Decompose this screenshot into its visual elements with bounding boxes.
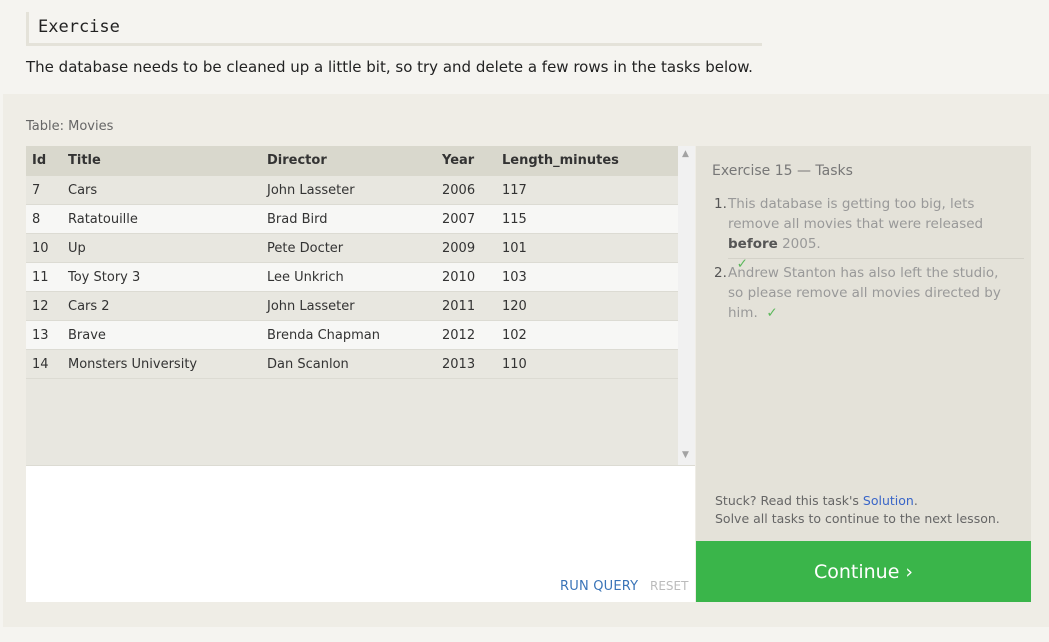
- cell-director: Lee Unkrich: [267, 270, 344, 285]
- cell-length: 110: [502, 357, 527, 372]
- results-table: Id Title Director Year Length_minutes 7 C…: [26, 146, 695, 465]
- cell-title: Cars: [68, 183, 98, 198]
- task-text: Andrew Stanton has also left the studio,…: [728, 265, 1001, 321]
- cell-id: 8: [32, 212, 41, 227]
- cell-title: Ratatouille: [68, 212, 138, 227]
- cell-director: Dan Scanlon: [267, 357, 349, 372]
- cell-id: 7: [32, 183, 41, 198]
- cell-length: 103: [502, 270, 527, 285]
- table-row: 7 Cars John Lasseter 2006 117: [26, 176, 678, 205]
- cell-year: 2012: [442, 328, 476, 343]
- column-header-id: Id: [32, 153, 47, 168]
- cell-year: 2010: [442, 270, 476, 285]
- task-divider: [728, 258, 1024, 259]
- cell-year: 2013: [442, 357, 476, 372]
- table-scrollbar[interactable]: ▲ ▼: [678, 146, 695, 465]
- cell-length: 120: [502, 299, 527, 314]
- exercise-title: Exercise: [38, 17, 120, 37]
- cell-id: 14: [32, 357, 49, 372]
- cell-title: Cars 2: [68, 299, 110, 314]
- help-text: Stuck? Read this task's Solution. Solve …: [715, 493, 1000, 526]
- cell-year: 2006: [442, 183, 476, 198]
- table-row: 8 Ratatouille Brad Bird 2007 115: [26, 205, 678, 234]
- cell-director: Brenda Chapman: [267, 328, 380, 343]
- cell-title: Brave: [68, 328, 106, 343]
- scroll-up-arrow-icon[interactable]: ▲: [682, 149, 689, 159]
- cell-year: 2011: [442, 299, 476, 314]
- table-label: Table: Movies: [26, 119, 114, 134]
- table-row: 13 Brave Brenda Chapman 2012 102: [26, 321, 678, 350]
- cell-title: Monsters University: [68, 357, 198, 372]
- cell-length: 102: [502, 328, 527, 343]
- help-line-2: Solve all tasks to continue to the next …: [715, 511, 1000, 526]
- cell-director: John Lasseter: [267, 183, 355, 198]
- cell-title: Toy Story 3: [68, 270, 141, 285]
- cell-length: 117: [502, 183, 527, 198]
- exercise-header: Exercise: [26, 12, 762, 46]
- cell-director: John Lasseter: [267, 299, 355, 314]
- solution-link[interactable]: Solution: [863, 493, 914, 508]
- column-header-year: Year: [442, 153, 475, 168]
- cell-id: 13: [32, 328, 49, 343]
- table-row: 11 Toy Story 3 Lee Unkrich 2010 103: [26, 263, 678, 292]
- exercise-intro: The database needs to be cleaned up a li…: [26, 58, 753, 76]
- cell-id: 11: [32, 270, 49, 285]
- cell-id: 12: [32, 299, 49, 314]
- tasks-title: Exercise 15 — Tasks: [712, 163, 853, 179]
- cell-title: Up: [68, 241, 86, 256]
- table-row: 14 Monsters University Dan Scanlon 2013 110: [26, 350, 678, 379]
- cell-director: Brad Bird: [267, 212, 328, 227]
- cell-year: 2009: [442, 241, 476, 256]
- table-row: 10 Up Pete Docter 2009 101: [26, 234, 678, 263]
- cell-length: 101: [502, 241, 527, 256]
- cell-director: Pete Docter: [267, 241, 344, 256]
- cell-year: 2007: [442, 212, 476, 227]
- table-header: Id Title Director Year Length_minutes: [26, 146, 678, 176]
- task-text: This database is getting too big, lets r…: [728, 196, 984, 272]
- column-header-title: Title: [68, 153, 101, 168]
- column-header-director: Director: [267, 153, 327, 168]
- column-header-length: Length_minutes: [502, 153, 619, 168]
- task-number: 2.: [714, 265, 727, 281]
- run-query-button[interactable]: RUN QUERY: [560, 579, 638, 594]
- cell-id: 10: [32, 241, 49, 256]
- check-icon: ✓: [766, 305, 778, 321]
- continue-button[interactable]: Continue ›: [696, 541, 1031, 602]
- cell-length: 115: [502, 212, 527, 227]
- scroll-down-arrow-icon[interactable]: ▼: [682, 450, 689, 460]
- table-row: 12 Cars 2 John Lasseter 2011 120: [26, 292, 678, 321]
- reset-button[interactable]: RESET: [650, 579, 688, 593]
- task-number: 1.: [714, 196, 727, 212]
